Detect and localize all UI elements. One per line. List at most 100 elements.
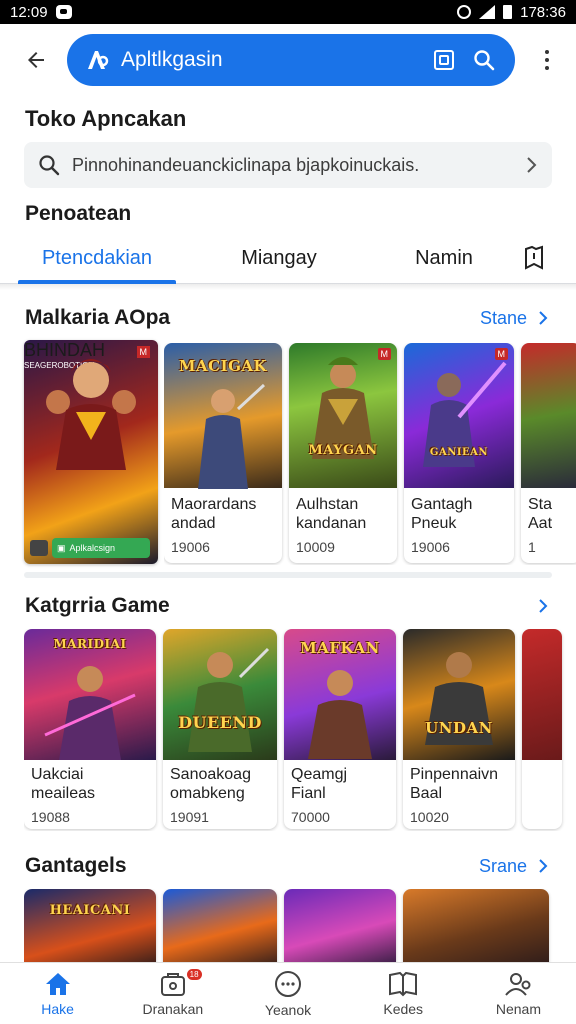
nav-item-games[interactable]: Yeanok (230, 963, 345, 1024)
section-header-3: Gantagels Srane (25, 850, 551, 882)
page-title: Toko Apncakan (25, 106, 187, 131)
game-logo: MACIGAK (178, 357, 268, 375)
download-count: 10009 (296, 539, 335, 555)
game-card[interactable] (522, 629, 562, 829)
game-title: Aulhstan kandanan (296, 496, 367, 532)
game-title: Qeamgj Fianl (291, 766, 348, 802)
tab-miangay[interactable]: Miangay (200, 232, 358, 284)
store-search-bar[interactable]: Pinnohinandeuanckiclinapa bjapkoinuckais… (24, 142, 552, 188)
nav-label: Dranakan (142, 1000, 204, 1017)
game-card[interactable]: M GANIEAN Gantagh Pneuk 19006 (404, 343, 514, 563)
game-art (522, 629, 562, 760)
game-title: Gantagh Pneuk (411, 496, 473, 532)
game-logo: GANIEAN (429, 447, 489, 458)
books-icon (389, 971, 418, 996)
download-count: 70000 (291, 809, 330, 825)
apps-icon (160, 972, 185, 996)
game-card[interactable] (403, 889, 549, 962)
tab-ptencdakian[interactable]: Ptencdakian (18, 232, 176, 284)
game-art: UNDAN (403, 629, 515, 760)
scroll-indicator[interactable] (24, 572, 552, 578)
nav-item-books[interactable]: Kedes (346, 963, 461, 1024)
home-icon (45, 972, 70, 995)
nav-item-home[interactable]: Hake (0, 963, 115, 1024)
game-card[interactable]: DUEEND Sanoakoag omabkeng 19091 (163, 629, 277, 829)
overflow-menu-button[interactable] (536, 42, 558, 78)
battery-icon (503, 5, 513, 19)
see-more-link[interactable]: Stane (480, 308, 527, 329)
nav-label: Nenam (495, 1000, 541, 1017)
message-notification-icon (55, 5, 72, 19)
camera-button[interactable] (427, 43, 461, 77)
search-icon (474, 50, 495, 71)
bookmark-icon (525, 245, 543, 270)
profile-icon (505, 972, 531, 996)
card-meta: Sta Aat 1 (521, 495, 576, 555)
card-meta: Pinpennaivn Baal 10020 (403, 765, 515, 825)
download-count: 19006 (411, 539, 450, 555)
chevron-right-icon[interactable] (535, 306, 551, 330)
game-card[interactable]: MACIGAK Maorardans andad 19006 (164, 343, 282, 563)
game-art (521, 343, 576, 488)
search-pill-title: Apltlkgasin (121, 48, 223, 71)
tab-namin[interactable]: Namin (365, 232, 523, 284)
game-logo: HEAICANI (49, 903, 131, 918)
game-row-1: MACIGAK Maorardans andad 19006 M MAYGAN … (164, 343, 576, 565)
bottom-navigation: Hake 18 Dranakan Yeanok Kedes Nenam (0, 962, 576, 1024)
app-logo-icon (85, 47, 111, 73)
bookmark-tab-button[interactable] (518, 242, 550, 274)
game-art: M MAYGAN (289, 343, 397, 488)
download-count: 1 (528, 539, 536, 555)
game-card[interactable]: Sta Aat 1 (521, 343, 576, 563)
card-meta: Maorardans andad 19006 (164, 495, 282, 555)
game-card[interactable]: UNDAN Pinpennaivn Baal 10020 (403, 629, 515, 829)
chevron-right-icon[interactable] (535, 854, 551, 878)
nav-label: Hake (41, 1000, 74, 1017)
section-header-1: Malkaria AOpa Stane (25, 302, 551, 334)
game-title: Sanoakoag omabkeng (170, 766, 251, 802)
search-query-text: Pinnohinandeuanckiclinapa bjapkoinuckais… (72, 154, 420, 175)
game-card[interactable]: M MAYGAN Aulhstan kandanan 10009 (289, 343, 397, 563)
featured-game-card[interactable]: M BHINDAH SEAGEROBOTION ▣ Aplkalcsign (24, 340, 158, 564)
tab-bar: Ptencdakian Miangay Namin (0, 232, 576, 284)
chevron-right-icon[interactable] (535, 594, 551, 618)
game-art: MACIGAK (164, 343, 282, 489)
card-meta: Sanoakoag omabkeng 19091 (163, 765, 277, 825)
nav-item-apps[interactable]: 18 Dranakan (115, 963, 230, 1024)
hero-figure-art (46, 359, 136, 470)
game-card[interactable]: HEAICANI (24, 889, 156, 962)
game-card[interactable] (284, 889, 396, 962)
search-button[interactable] (467, 43, 501, 77)
game-row-3: HEAICANI (24, 889, 576, 962)
games-icon (275, 970, 301, 997)
game-art (403, 889, 549, 962)
install-button[interactable]: ▣ Aplkalcsign (52, 538, 150, 558)
top-bar: Apltlkgasin (0, 30, 576, 90)
game-row-2: MARIDIAI Uakciai meaileas 19088 DUEEND S… (24, 629, 576, 831)
dot-icon (545, 58, 549, 62)
notification-badge: 18 (186, 969, 202, 980)
game-logo: MAYGAN (308, 443, 378, 458)
card-meta: Gantagh Pneuk 19006 (404, 495, 514, 555)
game-title: Maorardans andad (171, 496, 257, 532)
arrow-back-icon (28, 52, 44, 68)
status-right-time: 178:36 (520, 3, 566, 21)
see-more-link[interactable]: Srane (479, 856, 527, 877)
back-button[interactable] (18, 42, 54, 78)
section-title: Malkaria AOpa (25, 306, 171, 329)
game-art: MARIDIAI (24, 629, 156, 760)
status-time: 12:09 (10, 3, 48, 21)
download-icon: ▣ (57, 542, 66, 553)
nav-item-profile[interactable]: Nenam (461, 963, 576, 1024)
game-card[interactable]: MAFKAN Qeamgj Fianl 70000 (284, 629, 396, 829)
game-card[interactable] (163, 889, 277, 962)
favorite-icon[interactable] (30, 540, 48, 556)
game-art: M GANIEAN (404, 343, 514, 488)
app-search-pill[interactable]: Apltlkgasin (67, 34, 515, 86)
section-title: Katgrria Game (25, 594, 170, 617)
chevron-right-icon (527, 157, 537, 173)
divider (0, 284, 576, 290)
game-art: HEAICANI (24, 889, 156, 962)
game-card[interactable]: MARIDIAI Uakciai meaileas 19088 (24, 629, 156, 829)
game-logo: UNDAN (425, 719, 493, 737)
